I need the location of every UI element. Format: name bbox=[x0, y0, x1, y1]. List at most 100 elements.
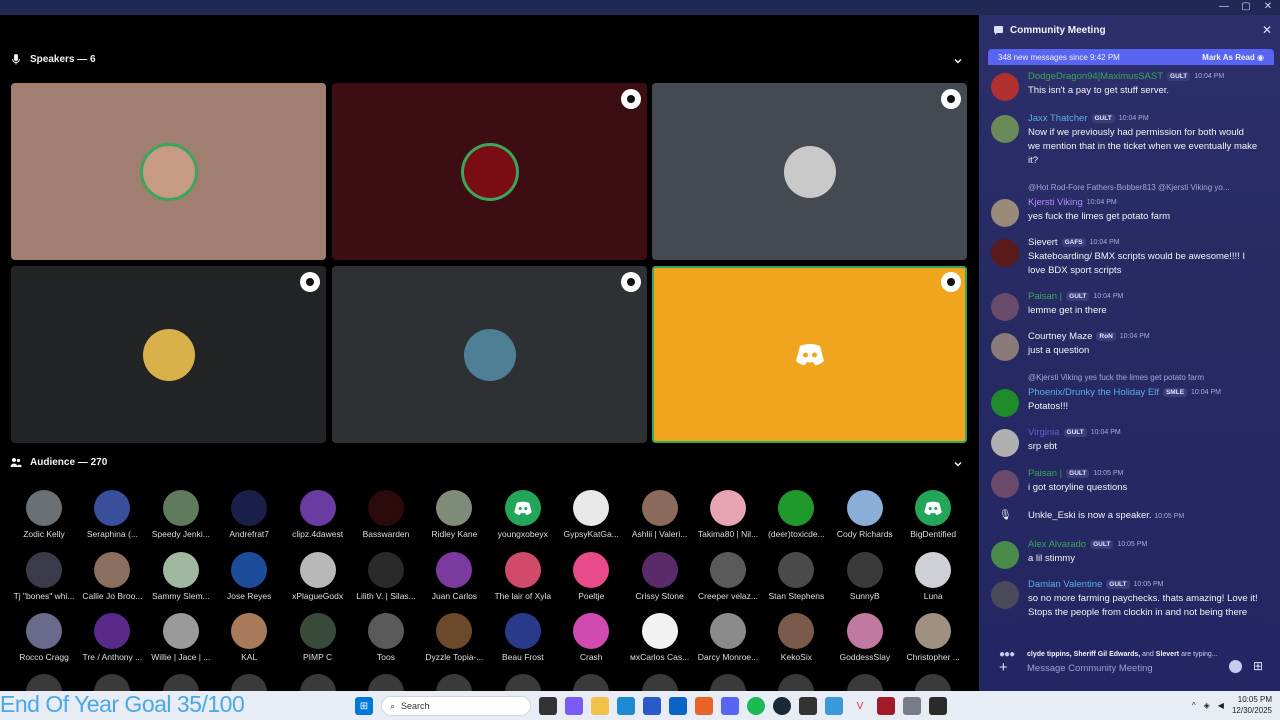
message-author[interactable]: Jaxx Thatcher bbox=[1028, 113, 1088, 124]
close-window-button[interactable]: ✕ bbox=[1262, 1, 1274, 12]
speaker-tile[interactable] bbox=[332, 266, 647, 443]
audience-member[interactable] bbox=[831, 674, 899, 691]
message-author[interactable]: Alex Alvarado bbox=[1028, 539, 1086, 550]
taskbar-search[interactable]: ⌕ Search bbox=[381, 696, 531, 716]
audience-member[interactable]: BigDentified bbox=[899, 490, 967, 539]
audience-member[interactable] bbox=[557, 674, 625, 691]
audience-member[interactable]: Seraphina (... bbox=[78, 490, 146, 539]
audience-member[interactable] bbox=[78, 674, 146, 691]
outlook-icon[interactable] bbox=[669, 697, 687, 715]
obs-icon[interactable] bbox=[929, 697, 947, 715]
audience-member[interactable]: Tre / Anthony ... bbox=[78, 613, 146, 662]
message-avatar[interactable] bbox=[991, 73, 1019, 101]
message-avatar[interactable] bbox=[991, 541, 1019, 569]
audience-member[interactable]: Juan Carlos bbox=[420, 551, 488, 601]
windows-start-icon[interactable]: ⊞ bbox=[355, 697, 373, 715]
audience-member[interactable] bbox=[352, 674, 420, 691]
audience-member[interactable] bbox=[899, 674, 967, 691]
audience-member[interactable] bbox=[284, 674, 352, 691]
volume-icon[interactable]: ◀ bbox=[1218, 701, 1224, 710]
audience-member[interactable]: мxCarlos Cas... bbox=[626, 613, 694, 662]
spotify-icon[interactable] bbox=[747, 697, 765, 715]
task-view-icon[interactable] bbox=[539, 697, 557, 715]
notepad-icon[interactable] bbox=[825, 697, 843, 715]
message-author[interactable]: Paisan | bbox=[1028, 291, 1062, 302]
audience-member[interactable]: Crash bbox=[557, 613, 625, 662]
audience-member[interactable]: Stan Stephens bbox=[762, 551, 830, 601]
audience-member[interactable]: Sammy Slem... bbox=[147, 551, 215, 601]
audience-member[interactable]: Crissy Stone bbox=[626, 551, 694, 601]
store-icon[interactable] bbox=[643, 697, 661, 715]
audience-member[interactable]: Cody Richards bbox=[831, 490, 899, 539]
discord-icon[interactable] bbox=[721, 697, 739, 715]
valorant-icon[interactable]: V bbox=[851, 697, 869, 715]
audience-member[interactable]: Ashlii | Valeri... bbox=[626, 490, 694, 539]
audience-member[interactable] bbox=[762, 674, 830, 691]
edge-icon[interactable] bbox=[617, 697, 635, 715]
mark-as-read-button[interactable]: Mark As Read ◉ bbox=[1202, 53, 1264, 62]
audience-member[interactable]: Luna bbox=[899, 551, 967, 601]
audience-member[interactable] bbox=[626, 674, 694, 691]
audience-member[interactable]: KekoSix bbox=[762, 613, 830, 662]
audience-member[interactable] bbox=[10, 674, 78, 691]
audience-member[interactable] bbox=[694, 674, 762, 691]
message-author[interactable]: Phoenix/Drunky the Holiday Elf bbox=[1028, 387, 1159, 398]
message-avatar[interactable] bbox=[991, 239, 1019, 267]
add-attachment-icon[interactable]: + bbox=[999, 659, 1008, 676]
message-author[interactable]: Damian Valentine bbox=[1028, 579, 1102, 590]
message-avatar[interactable] bbox=[991, 389, 1019, 417]
message-avatar[interactable] bbox=[991, 581, 1019, 609]
audience-member[interactable]: Ridley Kane bbox=[420, 490, 488, 539]
terminal-icon[interactable] bbox=[799, 697, 817, 715]
audience-member[interactable]: xPlagueGodx bbox=[284, 551, 352, 601]
minimize-button[interactable]: — bbox=[1218, 1, 1230, 12]
message-avatar[interactable] bbox=[991, 333, 1019, 361]
maximize-button[interactable]: ▢ bbox=[1240, 1, 1252, 12]
message-author[interactable]: DodgeDragon94|MaximusSAST bbox=[1028, 71, 1163, 82]
game-icon[interactable] bbox=[877, 697, 895, 715]
audience-member[interactable]: (deer)toxicde... bbox=[762, 490, 830, 539]
speaker-tile[interactable] bbox=[11, 266, 326, 443]
audience-member[interactable]: Creeper velaz... bbox=[694, 551, 762, 601]
audience-member[interactable]: Zodic Kelly bbox=[10, 490, 78, 539]
message-author[interactable]: Virginia bbox=[1028, 427, 1060, 438]
file-explorer-icon[interactable] bbox=[591, 697, 609, 715]
audience-member[interactable]: Christopher ... bbox=[899, 613, 967, 662]
tray-chevron-icon[interactable]: ^ bbox=[1192, 701, 1196, 710]
audience-member[interactable]: Andrefrat7 bbox=[215, 490, 283, 539]
audience-member[interactable]: Jose Reyes bbox=[215, 551, 283, 601]
audience-member[interactable]: youngxobeyx bbox=[489, 490, 557, 539]
audience-member[interactable]: KAL bbox=[215, 613, 283, 662]
audience-member[interactable]: Rocco Cragg bbox=[10, 613, 78, 662]
message-avatar[interactable] bbox=[991, 199, 1019, 227]
audience-member[interactable]: Dyzzle Topia-... bbox=[420, 613, 488, 662]
audience-member[interactable] bbox=[489, 674, 557, 691]
audience-member[interactable]: SunnyB bbox=[831, 551, 899, 601]
emoji-icon[interactable] bbox=[1229, 660, 1242, 673]
audience-member[interactable]: Darcy Monroe... bbox=[694, 613, 762, 662]
message-author[interactable]: Paisan | bbox=[1028, 468, 1062, 479]
audience-member[interactable]: Tj "bones" whi... bbox=[10, 551, 78, 601]
speaker-tile[interactable] bbox=[652, 266, 967, 443]
speaker-tile[interactable] bbox=[652, 83, 967, 260]
audience-member[interactable]: Takima80 | Nil... bbox=[694, 490, 762, 539]
message-author[interactable]: Kjersti Viking bbox=[1028, 197, 1083, 208]
taskbar-clock[interactable]: 10:05 PM 12/30/2025 bbox=[1232, 694, 1272, 716]
audience-member[interactable]: clipz.4dawest bbox=[284, 490, 352, 539]
message-author[interactable]: Sievert bbox=[1028, 237, 1058, 248]
message-input[interactable] bbox=[1027, 658, 1227, 678]
apps-icon[interactable]: ⊞ bbox=[1253, 659, 1263, 673]
steam-icon[interactable] bbox=[773, 697, 791, 715]
audience-member[interactable]: The lair of Xyla bbox=[489, 551, 557, 601]
message-author[interactable]: Courtney Maze bbox=[1028, 331, 1092, 342]
network-icon[interactable]: ◈ bbox=[1204, 701, 1210, 710]
audience-member[interactable]: Willie | Jace | ... bbox=[147, 613, 215, 662]
audience-member[interactable] bbox=[215, 674, 283, 691]
close-chat-icon[interactable]: ✕ bbox=[1262, 23, 1272, 37]
message-avatar[interactable] bbox=[991, 429, 1019, 457]
audience-member[interactable]: Lilith V. | Silas... bbox=[352, 551, 420, 601]
new-messages-banner[interactable]: 348 new messages since 9:42 PM Mark As R… bbox=[988, 49, 1274, 65]
audience-member[interactable]: Speedy Jenki... bbox=[147, 490, 215, 539]
audience-member[interactable] bbox=[147, 674, 215, 691]
speaker-tile[interactable] bbox=[332, 83, 647, 260]
